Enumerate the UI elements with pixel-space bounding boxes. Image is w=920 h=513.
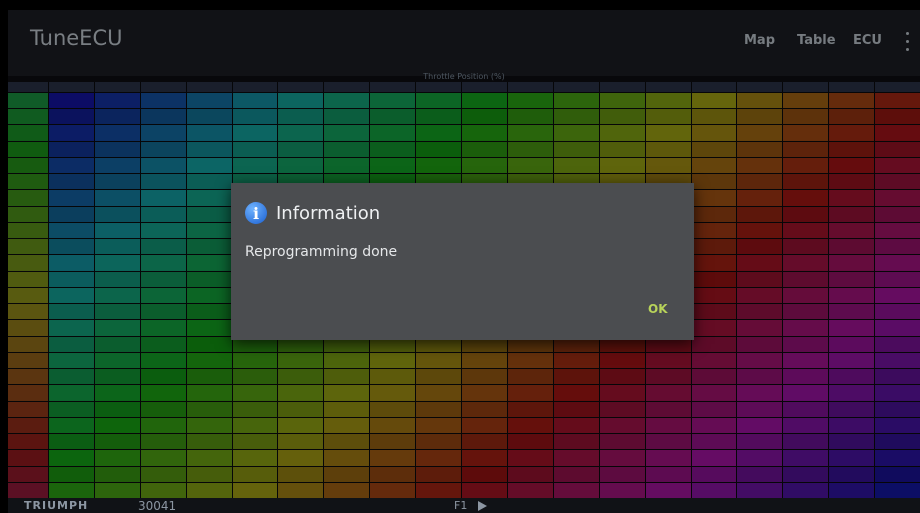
information-dialog: i Information Reprogramming done OK (231, 183, 694, 340)
play-icon[interactable] (478, 501, 487, 511)
bike-brand: TRIUMPH (24, 499, 89, 512)
ok-button[interactable]: OK (648, 302, 668, 316)
status-bar: TRIUMPH 30041 F1 (8, 498, 920, 513)
info-icon: i (245, 202, 267, 224)
map-serial: 30041 (138, 499, 177, 513)
dialog-title: Information (276, 203, 381, 224)
dialog-message: Reprogramming done (245, 244, 398, 260)
map-slot: F1 (454, 499, 468, 512)
